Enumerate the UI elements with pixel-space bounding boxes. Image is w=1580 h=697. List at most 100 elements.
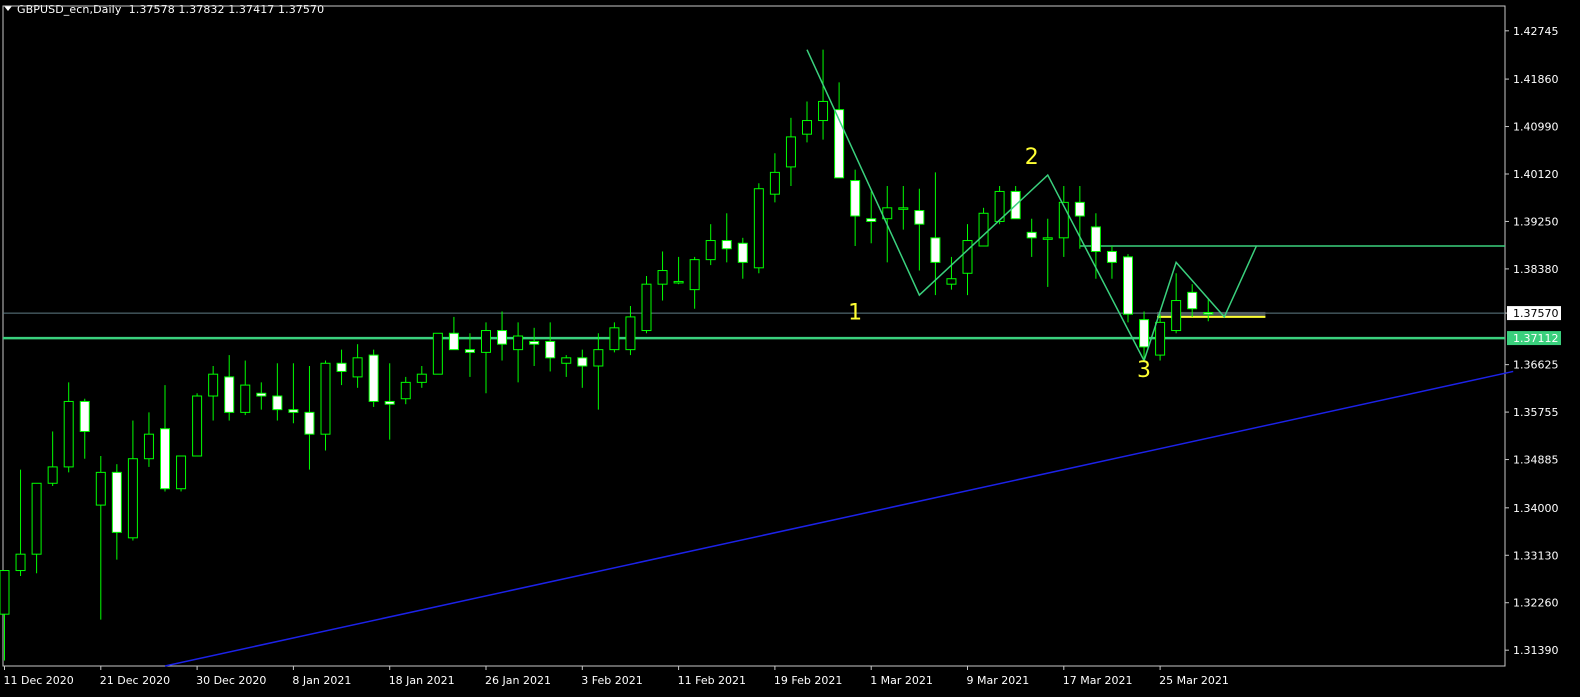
candle-body-bear — [1090, 226, 1101, 252]
candle — [448, 316, 459, 351]
candle-body-bear — [79, 400, 90, 432]
candle-body-bull — [240, 384, 251, 413]
candle — [769, 153, 780, 203]
candle-body-bull — [0, 570, 10, 615]
candle — [513, 322, 524, 383]
candle-body-bull — [352, 357, 363, 378]
candle — [208, 366, 219, 421]
candle-body-bear — [384, 400, 395, 405]
candle — [304, 366, 315, 470]
y-tick-label: 1.40990 — [1513, 121, 1559, 134]
candle-body-bull — [513, 335, 524, 351]
plot-border — [2, 5, 1506, 667]
candle-body-bear — [1026, 231, 1037, 239]
candle-body-bull — [1155, 321, 1166, 356]
candle — [705, 224, 716, 266]
y-tick-label: 1.38380 — [1513, 263, 1559, 276]
y-tick-label: 1.32260 — [1513, 597, 1559, 610]
candle — [834, 82, 845, 179]
y-tick-label: 1.31390 — [1513, 644, 1559, 657]
candle-body-bull — [31, 482, 42, 555]
x-tick-label: 8 Jan 2021 — [292, 674, 351, 687]
candle-body-bull — [625, 316, 636, 351]
candle-body-bear — [545, 340, 556, 359]
x-tick-label: 1 Mar 2021 — [870, 674, 933, 687]
candle-body-bear — [850, 180, 861, 217]
candle — [15, 469, 26, 576]
candle — [176, 455, 187, 492]
wave-labels: 1 2 3 — [848, 145, 1151, 383]
candle — [368, 349, 379, 407]
candle — [721, 213, 732, 263]
candle — [1026, 218, 1037, 257]
candle — [416, 366, 427, 388]
trend-line-group — [164, 370, 1514, 667]
candle-body-bull — [802, 120, 812, 135]
candle-body-bull — [561, 357, 572, 364]
candle — [127, 420, 138, 541]
y-tick-label: 1.36625 — [1513, 359, 1559, 372]
candle — [1106, 246, 1117, 279]
candle-body-bull — [898, 207, 909, 210]
candle-body-bull — [15, 553, 26, 572]
candle — [978, 207, 989, 247]
candle — [609, 322, 620, 353]
price-chart[interactable]: 123 1.427451.418601.409901.401201.392501… — [0, 0, 1580, 697]
bid-price-badge: 1.37570 — [1507, 306, 1561, 321]
candle-body-bear — [336, 362, 347, 372]
candle — [336, 349, 347, 386]
wave-label: 3 — [1137, 358, 1151, 383]
candle-body-bull — [1171, 300, 1182, 332]
candle — [111, 464, 122, 560]
time-axis[interactable]: 11 Dec 2020 21 Dec 2020 30 Dec 2020 8 Jan 2… — [4, 666, 1229, 687]
candle-body-bull — [673, 280, 684, 284]
candle-body-bull — [95, 471, 106, 506]
candle — [529, 327, 540, 366]
candle — [1074, 186, 1085, 249]
candle-body-bull — [705, 240, 716, 261]
y-tick-label: 1.34885 — [1513, 454, 1559, 467]
candle-body-bear — [224, 376, 235, 413]
price-axis[interactable]: 1.42745 1.41860 1.40990 1.40120 1.39250 1.383… — [1505, 25, 1561, 657]
candle — [802, 101, 812, 143]
candle-body-bull — [143, 433, 154, 460]
candle-body-bear — [1139, 319, 1150, 348]
x-tick-label: 17 Mar 2021 — [1063, 674, 1133, 687]
candle — [31, 482, 42, 574]
x-tick-label: 19 Feb 2021 — [774, 674, 842, 687]
y-tick-label: 1.42745 — [1513, 25, 1559, 38]
y-tick-label: 1.33130 — [1513, 549, 1559, 562]
candle-body-bear — [111, 471, 122, 533]
candle — [224, 355, 235, 421]
candle — [818, 49, 829, 140]
candle — [737, 237, 748, 279]
candle-body-bear — [721, 240, 732, 250]
y-tick-label: 1.39250 — [1513, 215, 1559, 228]
candle-body-bull — [127, 458, 138, 539]
candle-body-bull — [47, 466, 58, 484]
candle-body-bull — [416, 373, 427, 383]
candle-body-bear — [448, 332, 459, 351]
candle — [63, 382, 74, 473]
candle-body-bull — [1058, 201, 1069, 239]
candle-body-bull — [400, 381, 411, 400]
candle-body-bear — [497, 330, 508, 345]
wave-label: 2 — [1025, 145, 1039, 170]
candle — [866, 191, 877, 244]
candle — [352, 344, 363, 388]
candle-body-bull — [785, 136, 796, 168]
candle-body-bear — [930, 237, 941, 263]
candle-body-bull — [432, 332, 443, 375]
candle-body-bear — [1123, 256, 1133, 315]
y-tick-label: 1.40120 — [1513, 168, 1559, 181]
x-tick-label: 9 Mar 2021 — [967, 674, 1030, 687]
candle — [1058, 186, 1069, 257]
candle-body-bear — [1187, 291, 1198, 310]
candle-body-bull — [192, 395, 203, 457]
candle — [160, 385, 170, 492]
candle-body-bull — [769, 171, 780, 195]
x-tick-label: 18 Jan 2021 — [389, 674, 455, 687]
candle-body-bull — [320, 362, 331, 435]
candle — [95, 456, 106, 620]
candle — [994, 186, 1005, 225]
